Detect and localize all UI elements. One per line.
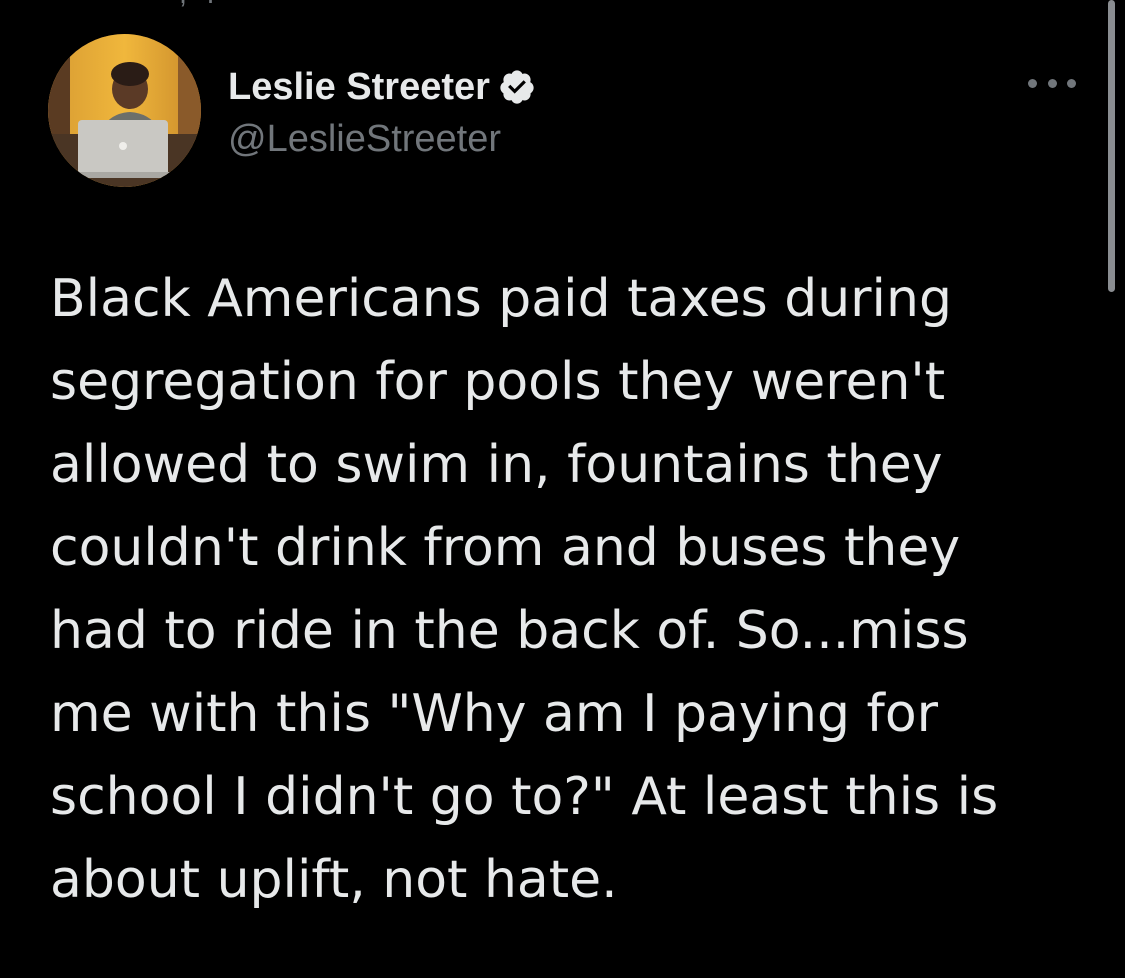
tweet-text-line: about uplift, not hate.	[50, 850, 618, 910]
tweet-text-line: segregation for pools they weren't	[50, 352, 946, 412]
tweet-text-line: Black Americans paid taxes during	[50, 269, 952, 329]
author-name-row[interactable]: Leslie Streeter	[228, 64, 536, 110]
more-dot	[1028, 78, 1037, 88]
tweet-text-line: me with this "Why am I paying for	[50, 684, 939, 744]
tweet-text-line: couldn't drink from and buses they	[50, 518, 961, 578]
more-dot	[1067, 78, 1076, 88]
avatar[interactable]	[48, 34, 201, 187]
verified-badge-icon	[500, 70, 534, 104]
tweet-text-line: school I didn't go to?" At least this is	[50, 767, 999, 827]
author-display-name[interactable]: Leslie Streeter	[228, 64, 490, 110]
tweet: Leslie Streeter @LeslieStreeter Black Am…	[0, 0, 1100, 978]
tweet-text-line: allowed to swim in, fountains they	[50, 435, 943, 495]
scrollbar-thumb[interactable]	[1108, 0, 1115, 292]
avatar-image	[48, 34, 201, 187]
author-handle[interactable]: @LeslieStreeter	[228, 116, 501, 162]
more-options-icon[interactable]	[1028, 68, 1076, 98]
tweet-text-line: had to ride in the back of. So...miss	[50, 601, 969, 661]
tweet-text: Black Americans paid taxes during segreg…	[50, 258, 1100, 922]
more-dot	[1047, 78, 1057, 88]
scrollbar[interactable]	[1103, 0, 1125, 978]
